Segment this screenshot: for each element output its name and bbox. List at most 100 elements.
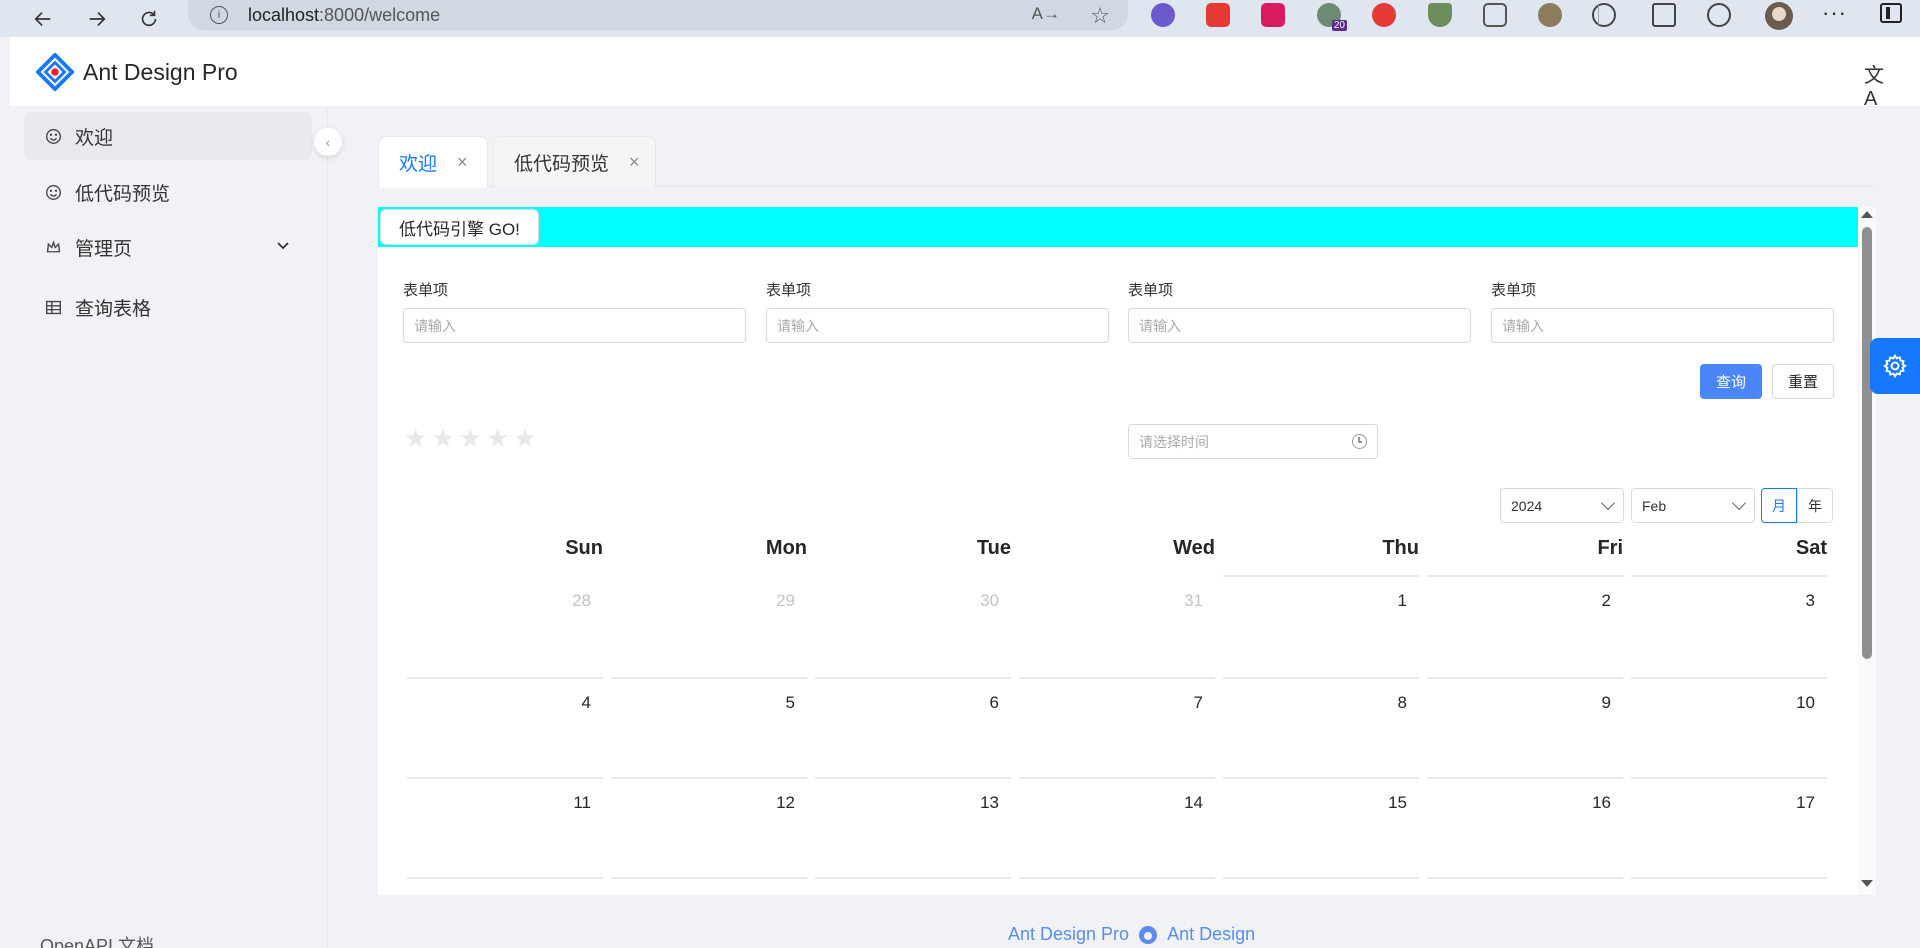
scroll-down-arrow-icon[interactable]	[1861, 880, 1873, 887]
lowcode-engine-go-button[interactable]: 低代码引擎 GO!	[380, 209, 539, 245]
calendar-day-cell[interactable]: 13	[815, 777, 1011, 877]
profile-avatar[interactable]	[1765, 2, 1793, 30]
forward-button[interactable]	[78, 4, 116, 34]
calendar-mode-year[interactable]: 年	[1797, 488, 1833, 523]
calendar-day-cell[interactable]: 2	[1427, 575, 1623, 675]
sidebar-item-lowcode-preview[interactable]: 低代码预览	[24, 168, 312, 216]
calendar-day-cell[interactable]: 21	[1019, 877, 1215, 895]
scrollbar[interactable]	[1858, 207, 1876, 895]
calendar-day-cell[interactable]: 1	[1223, 575, 1419, 675]
calendar-day-cell[interactable]: 5	[611, 677, 807, 777]
form-input-4[interactable]	[1491, 308, 1834, 343]
extension-translate-icon[interactable]	[1261, 3, 1285, 27]
back-button[interactable]	[24, 4, 62, 34]
info-icon[interactable]: i	[210, 6, 228, 24]
sidebar-collapse-button[interactable]: ‹	[314, 128, 342, 156]
star-icon[interactable]: ★	[431, 425, 454, 451]
star-icon[interactable]: ★	[513, 425, 536, 451]
app-title[interactable]: Ant Design Pro	[83, 59, 238, 86]
calendar-day-number: 12	[776, 793, 795, 812]
tab-lowcode-preview[interactable]: 低代码预览 ×	[493, 136, 656, 187]
reload-button[interactable]	[130, 4, 168, 34]
calendar-day-cell[interactable]: 15	[1223, 777, 1419, 877]
calendar-day-cell[interactable]: 6	[815, 677, 1011, 777]
extensions-puzzle-icon[interactable]	[1592, 3, 1616, 27]
calendar-day-cell[interactable]: 30	[815, 575, 1011, 675]
footer-link-ant-design-pro[interactable]: Ant Design Pro	[1008, 924, 1129, 945]
form-input-1[interactable]	[403, 308, 746, 343]
calendar-day-cell[interactable]: 11	[407, 777, 603, 877]
extension-brain-icon[interactable]	[1151, 3, 1175, 27]
extension-wheel-icon[interactable]	[1538, 3, 1562, 27]
toolbar-divider	[1598, 5, 1599, 25]
calendar-day-cell[interactable]: 22	[1223, 877, 1419, 895]
calendar-day-cell[interactable]: 12	[611, 777, 807, 877]
calendar-day-cell[interactable]: 16	[1427, 777, 1623, 877]
favorites-icon[interactable]	[1652, 3, 1676, 27]
calendar-day-number: 14	[1184, 793, 1203, 812]
scrollbar-thumb[interactable]	[1862, 227, 1872, 659]
close-icon[interactable]: ×	[457, 152, 468, 173]
cyan-banner: 低代码引擎 GO!	[378, 207, 1858, 247]
time-picker[interactable]: 请选择时间	[1128, 424, 1378, 459]
star-icon[interactable]: ★	[486, 425, 509, 451]
calendar-day-cell[interactable]: 23	[1427, 877, 1623, 895]
favorite-star-icon[interactable]: ☆	[1090, 3, 1110, 29]
browser-essentials-icon[interactable]	[1707, 3, 1731, 27]
extension-shield-green-icon[interactable]	[1428, 3, 1452, 27]
form-input-2[interactable]	[766, 308, 1109, 343]
form-item-label: 表单项	[1128, 282, 1174, 299]
sidebar-item-welcome[interactable]: 欢迎	[24, 112, 312, 160]
calendar-day-number: 6	[989, 693, 999, 712]
github-icon[interactable]	[1139, 925, 1158, 944]
settings-drawer-button[interactable]	[1870, 338, 1920, 394]
calendar-day-number: 23	[1592, 893, 1611, 895]
calendar-day-cell[interactable]: 29	[611, 575, 807, 675]
calendar-day-cell[interactable]: 28	[407, 575, 603, 675]
sidebar-item-label: 管理页	[75, 238, 133, 260]
calendar-mode-month[interactable]: 月	[1761, 488, 1797, 523]
calendar-day-cell[interactable]: 24	[1631, 877, 1827, 895]
calendar-day-cell[interactable]: 7	[1019, 677, 1215, 777]
close-icon[interactable]: ×	[629, 152, 640, 173]
extension-shield-red-icon[interactable]	[1372, 3, 1396, 27]
sidebar-toggle-icon[interactable]	[1880, 3, 1902, 23]
extension-clipboard-icon[interactable]	[1483, 3, 1507, 27]
read-aloud-icon[interactable]: A→	[1032, 4, 1060, 24]
calendar-day-cell[interactable]: 3	[1631, 575, 1827, 675]
calendar-day-cell[interactable]: 4	[407, 677, 603, 777]
more-menu-icon[interactable]: ···	[1822, 0, 1847, 26]
scroll-up-arrow-icon[interactable]	[1861, 211, 1873, 218]
url-text[interactable]: localhost:8000/welcome	[248, 5, 440, 26]
address-bar[interactable]: i localhost:8000/welcome A→ ☆	[188, 0, 1128, 30]
calendar-day-cell[interactable]: 14	[1019, 777, 1215, 877]
openapi-docs-link[interactable]: OpenAPI 文档	[40, 932, 154, 948]
calendar-day-cell[interactable]: 19	[611, 877, 807, 895]
star-rating: ★ ★ ★ ★ ★	[404, 425, 537, 451]
footer-link-ant-design[interactable]: Ant Design	[1167, 924, 1255, 945]
chevron-down-icon[interactable]	[276, 238, 290, 254]
calendar-day-cell[interactable]: 20	[815, 877, 1011, 895]
calendar-day-cell[interactable]: 9	[1427, 677, 1623, 777]
calendar-day-cell[interactable]: 18	[407, 877, 603, 895]
extension-globe-icon[interactable]: 20	[1317, 3, 1347, 31]
clock-icon	[1352, 434, 1367, 449]
calendar-day-cell[interactable]: 10	[1631, 677, 1827, 777]
reset-button[interactable]: 重置	[1772, 364, 1834, 399]
language-switch-icon[interactable]: 文A	[1864, 59, 1890, 110]
star-icon[interactable]: ★	[459, 425, 482, 451]
form-input-3[interactable]	[1128, 308, 1471, 343]
star-icon[interactable]: ★	[404, 425, 427, 451]
calendar-day-cell[interactable]: 17	[1631, 777, 1827, 877]
extension-cube-icon[interactable]	[1206, 3, 1230, 27]
calendar-day-cell[interactable]: 8	[1223, 677, 1419, 777]
calendar-day-cell[interactable]: 31	[1019, 575, 1215, 675]
year-select[interactable]: 2024	[1500, 488, 1624, 523]
sidebar-item-admin[interactable]: 管理页	[24, 223, 312, 271]
sidebar-item-query-table[interactable]: 查询表格	[24, 283, 312, 331]
tab-welcome[interactable]: 欢迎 ×	[378, 136, 488, 188]
query-button[interactable]: 查询	[1700, 364, 1762, 399]
form-item-label: 表单项	[403, 282, 449, 299]
month-select[interactable]: Feb	[1631, 488, 1755, 523]
ant-design-logo[interactable]	[36, 53, 74, 91]
